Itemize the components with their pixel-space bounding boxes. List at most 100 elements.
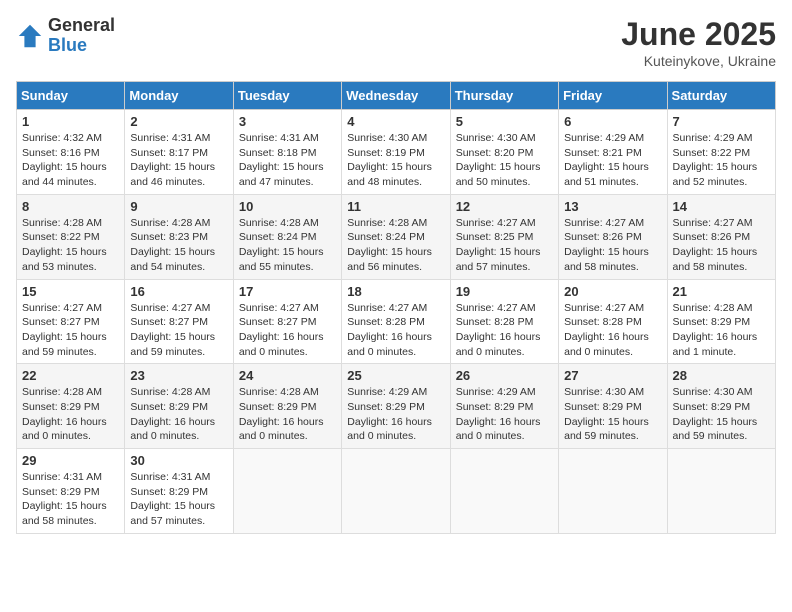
day-info: Sunrise: 4:28 AM Sunset: 8:29 PM Dayligh… [22, 385, 119, 444]
day-number: 17 [239, 284, 336, 299]
calendar-cell: 29 Sunrise: 4:31 AM Sunset: 8:29 PM Dayli… [17, 449, 125, 534]
day-number: 22 [22, 368, 119, 383]
calendar-cell: 8Sunrise: 4:28 AM Sunset: 8:22 PM Daylig… [17, 194, 125, 279]
weekday-header: Saturday [667, 82, 775, 110]
calendar-week-row: 22 Sunrise: 4:28 AM Sunset: 8:29 PM Dayli… [17, 364, 776, 449]
day-number: 15 [22, 284, 119, 299]
calendar-cell: 17 Sunrise: 4:27 AM Sunset: 8:27 PM Dayli… [233, 279, 341, 364]
day-info: Sunrise: 4:31 AM Sunset: 8:29 PM Dayligh… [130, 470, 227, 529]
calendar-cell: 9 Sunrise: 4:28 AM Sunset: 8:23 PM Daylig… [125, 194, 233, 279]
day-info: Sunrise: 4:29 AM Sunset: 8:21 PM Dayligh… [564, 131, 661, 190]
calendar-cell: 27 Sunrise: 4:30 AM Sunset: 8:29 PM Dayli… [559, 364, 667, 449]
logo-blue: Blue [48, 36, 115, 56]
day-number: 16 [130, 284, 227, 299]
calendar-cell: 12Sunrise: 4:27 AM Sunset: 8:25 PM Dayli… [450, 194, 558, 279]
day-number: 7 [673, 114, 770, 129]
calendar-cell: 16 Sunrise: 4:27 AM Sunset: 8:27 PM Dayli… [125, 279, 233, 364]
day-info: Sunrise: 4:31 AM Sunset: 8:29 PM Dayligh… [22, 470, 119, 529]
day-number: 21 [673, 284, 770, 299]
calendar-cell: 20 Sunrise: 4:27 AM Sunset: 8:28 PM Dayli… [559, 279, 667, 364]
day-number: 13 [564, 199, 661, 214]
day-info: Sunrise: 4:27 AM Sunset: 8:28 PM Dayligh… [564, 301, 661, 360]
day-number: 9 [130, 199, 227, 214]
day-info: Sunrise: 4:30 AM Sunset: 8:19 PM Dayligh… [347, 131, 444, 190]
day-info: Sunrise: 4:29 AM Sunset: 8:29 PM Dayligh… [347, 385, 444, 444]
title-area: June 2025 Kuteinykove, Ukraine [621, 16, 776, 69]
calendar-cell [233, 449, 341, 534]
day-info: Sunrise: 4:29 AM Sunset: 8:29 PM Dayligh… [456, 385, 553, 444]
calendar-cell: 30Sunrise: 4:31 AM Sunset: 8:29 PM Dayli… [125, 449, 233, 534]
day-info: Sunrise: 4:28 AM Sunset: 8:24 PM Dayligh… [239, 216, 336, 275]
calendar-cell: 14 Sunrise: 4:27 AM Sunset: 8:26 PM Dayli… [667, 194, 775, 279]
calendar-week-row: 29 Sunrise: 4:31 AM Sunset: 8:29 PM Dayli… [17, 449, 776, 534]
logo: General Blue [16, 16, 115, 56]
calendar: SundayMondayTuesdayWednesdayThursdayFrid… [16, 81, 776, 534]
day-info: Sunrise: 4:27 AM Sunset: 8:28 PM Dayligh… [347, 301, 444, 360]
logo-icon [16, 22, 44, 50]
day-number: 20 [564, 284, 661, 299]
day-number: 4 [347, 114, 444, 129]
day-number: 1 [22, 114, 119, 129]
calendar-cell: 26 Sunrise: 4:29 AM Sunset: 8:29 PM Dayli… [450, 364, 558, 449]
logo-text: General Blue [48, 16, 115, 56]
day-number: 25 [347, 368, 444, 383]
day-number: 6 [564, 114, 661, 129]
day-info: Sunrise: 4:31 AM Sunset: 8:18 PM Dayligh… [239, 131, 336, 190]
subtitle: Kuteinykove, Ukraine [621, 53, 776, 69]
logo-general: General [48, 16, 115, 36]
calendar-cell: 3Sunrise: 4:31 AM Sunset: 8:18 PM Daylig… [233, 110, 341, 195]
day-info: Sunrise: 4:28 AM Sunset: 8:23 PM Dayligh… [130, 216, 227, 275]
calendar-cell: 25 Sunrise: 4:29 AM Sunset: 8:29 PM Dayli… [342, 364, 450, 449]
day-info: Sunrise: 4:31 AM Sunset: 8:17 PM Dayligh… [130, 131, 227, 190]
day-number: 28 [673, 368, 770, 383]
calendar-cell: 23Sunrise: 4:28 AM Sunset: 8:29 PM Dayli… [125, 364, 233, 449]
calendar-cell [667, 449, 775, 534]
day-number: 18 [347, 284, 444, 299]
day-info: Sunrise: 4:28 AM Sunset: 8:24 PM Dayligh… [347, 216, 444, 275]
day-number: 14 [673, 199, 770, 214]
day-info: Sunrise: 4:30 AM Sunset: 8:20 PM Dayligh… [456, 131, 553, 190]
day-number: 2 [130, 114, 227, 129]
calendar-cell: 13 Sunrise: 4:27 AM Sunset: 8:26 PM Dayli… [559, 194, 667, 279]
calendar-cell [450, 449, 558, 534]
day-info: Sunrise: 4:27 AM Sunset: 8:28 PM Dayligh… [456, 301, 553, 360]
header: General Blue June 2025 Kuteinykove, Ukra… [16, 16, 776, 69]
day-info: Sunrise: 4:30 AM Sunset: 8:29 PM Dayligh… [564, 385, 661, 444]
day-number: 29 [22, 453, 119, 468]
day-number: 10 [239, 199, 336, 214]
weekday-row: SundayMondayTuesdayWednesdayThursdayFrid… [17, 82, 776, 110]
day-info: Sunrise: 4:29 AM Sunset: 8:22 PM Dayligh… [673, 131, 770, 190]
calendar-cell: 24 Sunrise: 4:28 AM Sunset: 8:29 PM Dayli… [233, 364, 341, 449]
calendar-body: 1Sunrise: 4:32 AM Sunset: 8:16 PM Daylig… [17, 110, 776, 534]
calendar-cell: 5Sunrise: 4:30 AM Sunset: 8:20 PM Daylig… [450, 110, 558, 195]
day-info: Sunrise: 4:30 AM Sunset: 8:29 PM Dayligh… [673, 385, 770, 444]
calendar-week-row: 1Sunrise: 4:32 AM Sunset: 8:16 PM Daylig… [17, 110, 776, 195]
day-number: 12 [456, 199, 553, 214]
calendar-week-row: 8Sunrise: 4:28 AM Sunset: 8:22 PM Daylig… [17, 194, 776, 279]
calendar-cell: 7 Sunrise: 4:29 AM Sunset: 8:22 PM Daylig… [667, 110, 775, 195]
day-info: Sunrise: 4:27 AM Sunset: 8:27 PM Dayligh… [130, 301, 227, 360]
calendar-week-row: 15 Sunrise: 4:27 AM Sunset: 8:27 PM Dayli… [17, 279, 776, 364]
day-info: Sunrise: 4:28 AM Sunset: 8:22 PM Dayligh… [22, 216, 119, 275]
day-number: 27 [564, 368, 661, 383]
calendar-cell: 28 Sunrise: 4:30 AM Sunset: 8:29 PM Dayli… [667, 364, 775, 449]
day-number: 24 [239, 368, 336, 383]
month-title: June 2025 [621, 16, 776, 53]
weekday-header: Tuesday [233, 82, 341, 110]
calendar-cell: 21Sunrise: 4:28 AM Sunset: 8:29 PM Dayli… [667, 279, 775, 364]
weekday-header: Sunday [17, 82, 125, 110]
calendar-cell: 15 Sunrise: 4:27 AM Sunset: 8:27 PM Dayli… [17, 279, 125, 364]
calendar-cell: 6 Sunrise: 4:29 AM Sunset: 8:21 PM Daylig… [559, 110, 667, 195]
calendar-header: SundayMondayTuesdayWednesdayThursdayFrid… [17, 82, 776, 110]
day-info: Sunrise: 4:28 AM Sunset: 8:29 PM Dayligh… [239, 385, 336, 444]
calendar-cell [342, 449, 450, 534]
day-number: 26 [456, 368, 553, 383]
calendar-cell: 10 Sunrise: 4:28 AM Sunset: 8:24 PM Dayli… [233, 194, 341, 279]
day-info: Sunrise: 4:28 AM Sunset: 8:29 PM Dayligh… [130, 385, 227, 444]
weekday-header: Thursday [450, 82, 558, 110]
day-info: Sunrise: 4:27 AM Sunset: 8:27 PM Dayligh… [22, 301, 119, 360]
day-info: Sunrise: 4:27 AM Sunset: 8:26 PM Dayligh… [564, 216, 661, 275]
day-info: Sunrise: 4:27 AM Sunset: 8:27 PM Dayligh… [239, 301, 336, 360]
day-number: 11 [347, 199, 444, 214]
day-info: Sunrise: 4:27 AM Sunset: 8:26 PM Dayligh… [673, 216, 770, 275]
